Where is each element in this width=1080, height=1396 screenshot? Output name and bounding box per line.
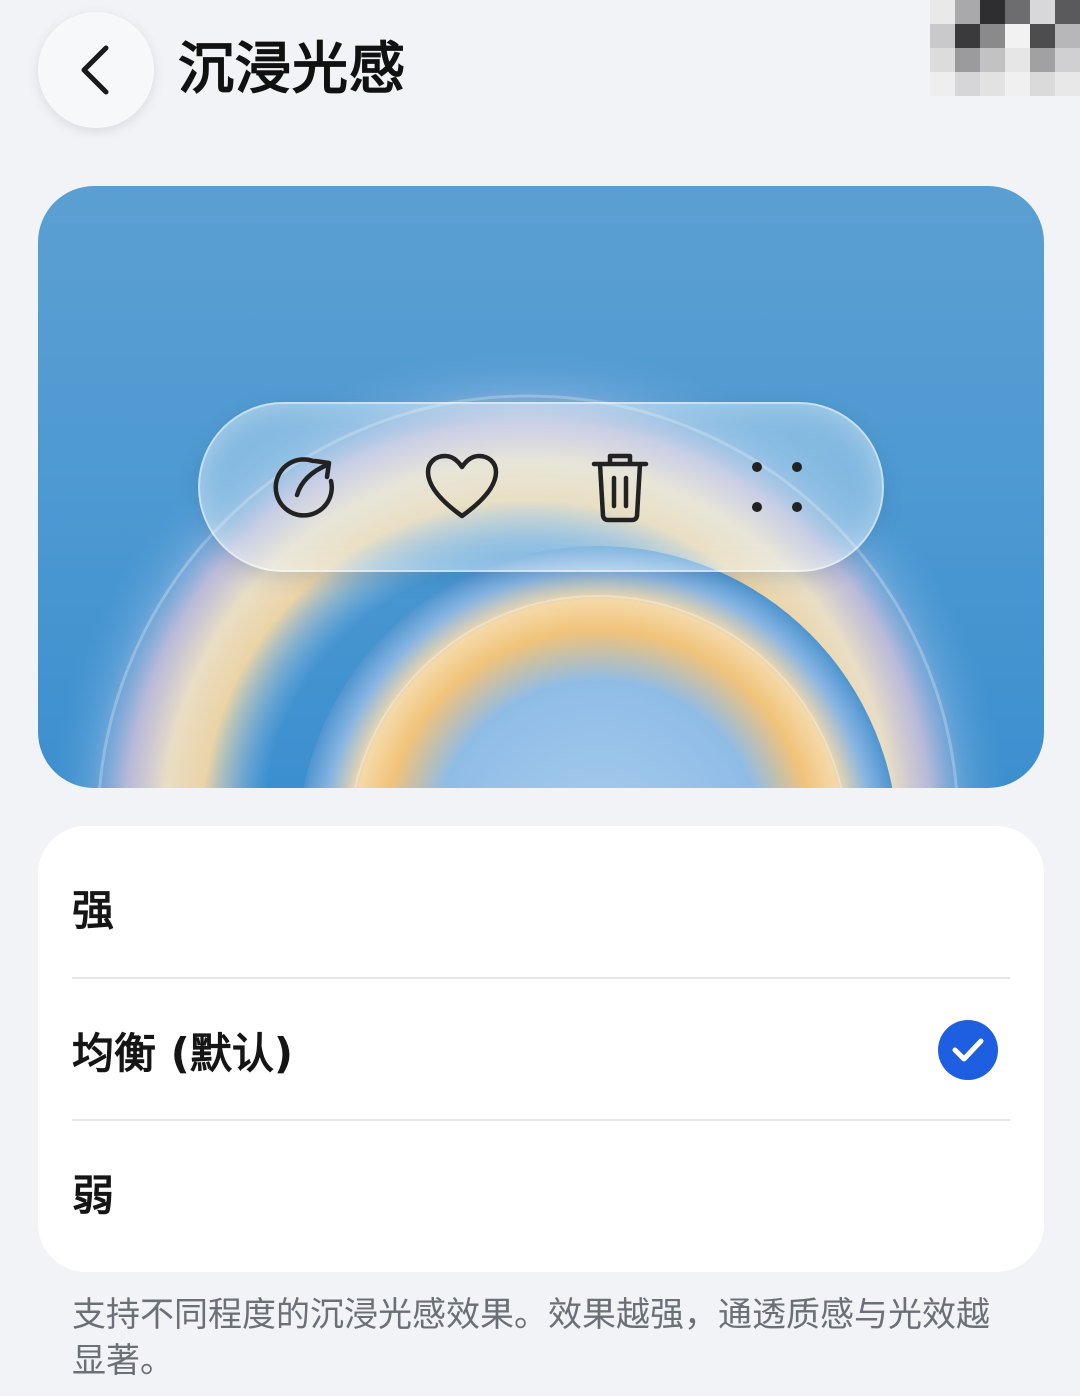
floating-toolbar — [198, 402, 884, 572]
option-label: 强 — [72, 885, 115, 935]
check-icon — [938, 1020, 998, 1080]
page-title: 沉浸光感 — [178, 37, 406, 102]
option-balanced[interactable]: 均衡 (默认) — [38, 979, 1044, 1121]
description-text: 支持不同程度的沉浸光感效果。效果越强，通透质感与光效越显著。 — [72, 1295, 990, 1381]
intensity-options: 强 均衡 (默认) 弱 — [38, 826, 1044, 1272]
back-button[interactable] — [38, 12, 154, 128]
light-effect-preview — [38, 186, 1044, 788]
trash-icon[interactable] — [580, 447, 660, 527]
chevron-left-icon — [81, 45, 109, 95]
more-dots-icon[interactable] — [737, 447, 817, 527]
option-weak[interactable]: 弱 — [38, 1121, 1044, 1263]
option-strong[interactable]: 强 — [38, 836, 1044, 978]
avatar — [930, 0, 1080, 96]
heart-icon[interactable] — [422, 447, 502, 527]
settings-page: 沉浸光感 强 均衡 (默认) 弱 支持不同程度的沉浸光感效果。效果越强，通透质感… — [0, 0, 1080, 1396]
option-label: 弱 — [72, 1170, 115, 1220]
share-icon[interactable] — [265, 447, 345, 527]
option-label: 均衡 (默认) — [72, 1028, 294, 1078]
